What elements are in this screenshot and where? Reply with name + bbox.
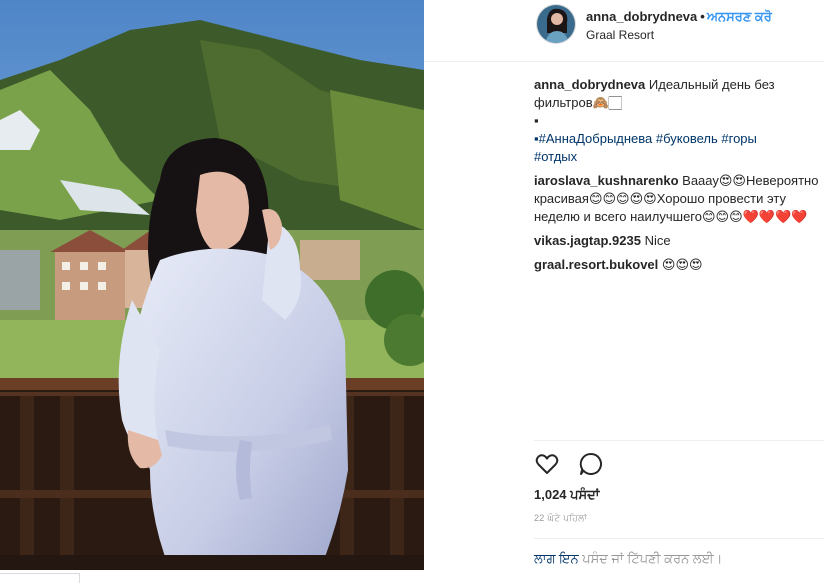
- comment-username[interactable]: vikas.jagtap.9235: [534, 233, 641, 248]
- header-dot: •: [700, 9, 705, 24]
- caption-username[interactable]: anna_dobrydneva: [534, 77, 645, 92]
- comment-text: 😍😍😍: [661, 257, 703, 272]
- header-username-row: anna_dobrydneva • ਅਨਸਰਣ ਕਰੋ: [586, 9, 772, 25]
- post-header: anna_dobrydneva • ਅਨਸਰਣ ਕਰੋ Graal Resort: [424, 0, 824, 62]
- comment-username[interactable]: iaroslava_kushnarenko: [534, 173, 679, 188]
- avatar[interactable]: [536, 4, 576, 44]
- post-actions: 1,024 ਪਸੰਦਾਂ 22 ਘੰਟੇ ਪਹਿਲਾਂ ਲਾਗ ਇਨ ਪਸੰਦ …: [534, 440, 824, 566]
- comment-username[interactable]: graal.resort.bukovel: [534, 257, 658, 272]
- action-icons: [534, 451, 618, 479]
- location-link[interactable]: Graal Resort: [586, 28, 654, 42]
- list-item: iaroslava_kushnarenko Вааау😍😍Невероятно …: [534, 172, 824, 226]
- caption-text-line2: фильтров🙈🏻: [534, 95, 622, 110]
- heart-icon[interactable]: [534, 451, 560, 477]
- bottom-divider: [0, 573, 80, 583]
- login-link[interactable]: ਲਾਗ ਇਨ: [534, 551, 579, 566]
- caption-text-line1: Идеальный день без: [648, 77, 775, 92]
- list-item: graal.resort.bukovel 😍😍😍: [534, 256, 824, 274]
- comment-text: Nice: [644, 233, 671, 248]
- timestamp[interactable]: 22 ਘੰਟੇ ਪਹਿਲਾਂ: [534, 513, 587, 524]
- comment-icon[interactable]: [578, 451, 604, 477]
- list-item: vikas.jagtap.9235 Nice: [534, 232, 824, 250]
- likes-count[interactable]: 1,024 ਪਸੰਦਾਂ: [534, 487, 599, 503]
- post-sidebar: anna_dobrydneva • ਅਨਸਰਣ ਕਰੋ Graal Resort a…: [424, 0, 839, 583]
- caption-hashtags-line2[interactable]: #отдых: [534, 148, 824, 166]
- login-prompt-text: ਪਸੰਦ ਜਾਂ ਟਿੱਪਣੀ ਕਰਨ ਲਈ।: [578, 551, 723, 566]
- comments-list: anna_dobrydneva Идеальный день без фильт…: [534, 76, 824, 280]
- caption: anna_dobrydneva Идеальный день без фильт…: [534, 76, 824, 166]
- follow-button[interactable]: ਅਨਸਰਣ ਕਰੋ: [707, 9, 772, 24]
- login-prompt: ਲਾਗ ਇਨ ਪਸੰਦ ਜਾਂ ਟਿੱਪਣੀ ਕਰਨ ਲਈ।: [534, 538, 824, 567]
- post-image: [0, 0, 424, 570]
- caption-dot-line: ▪: [534, 113, 539, 128]
- header-username[interactable]: anna_dobrydneva: [586, 9, 697, 24]
- caption-hashtags-line1[interactable]: ▪#АннаДобрыднева #буковель #горы: [534, 130, 824, 148]
- post-photo[interactable]: [0, 0, 424, 570]
